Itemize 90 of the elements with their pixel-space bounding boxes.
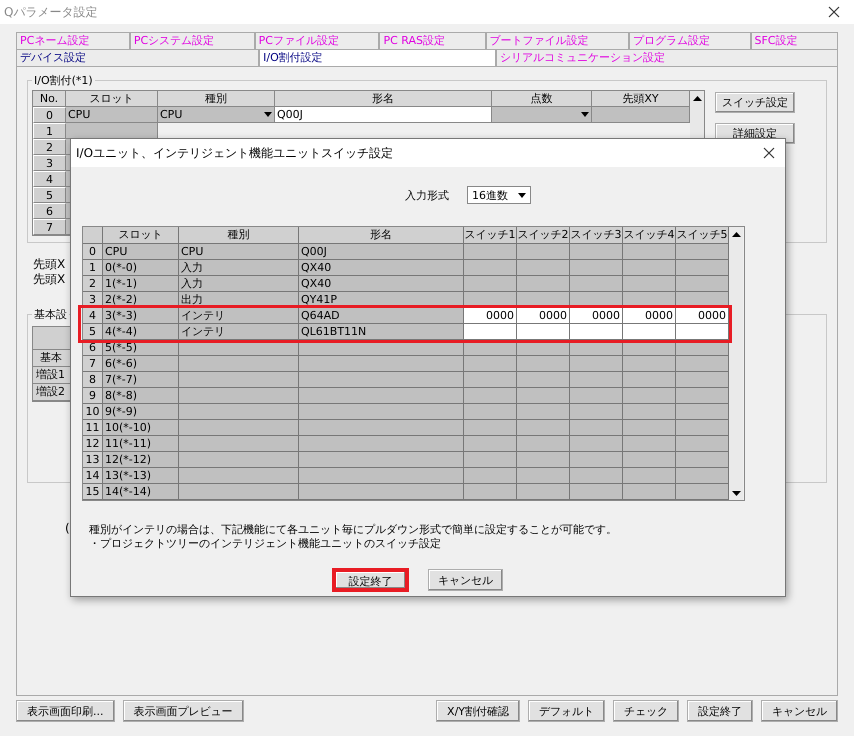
table-cell: 11(*-11) [103, 436, 179, 452]
row-number: 10 [83, 404, 103, 420]
table-cell: Q64AD [299, 308, 464, 324]
row-number: 9 [83, 388, 103, 404]
table-cell: 4(*-4) [103, 324, 179, 340]
table-cell: 3(*-3) [103, 308, 179, 324]
group-title: I/O割付(*1) [33, 73, 94, 88]
tab[interactable]: デバイス設定 [16, 49, 260, 66]
row-number: 1 [33, 123, 66, 139]
field-label: 先頭X [33, 272, 66, 287]
table-cell: 6(*-6) [103, 356, 179, 372]
button[interactable]: 表示画面プレビュー [122, 700, 244, 722]
table-cell[interactable]: CPU [158, 107, 275, 123]
format-dropdown[interactable]: 16進数 [467, 186, 531, 204]
row-number: 13 [83, 452, 103, 468]
table-cell: 7(*-7) [103, 372, 179, 388]
row-number: 5 [33, 187, 66, 203]
switch-field[interactable]: 0000 [570, 308, 623, 324]
button[interactable]: 設定終了 [687, 700, 753, 722]
column-header: スロット [66, 91, 158, 107]
row-number: 7 [33, 219, 66, 235]
table-cell: Q00J [299, 244, 464, 260]
tab[interactable]: I/O割付設定 [259, 49, 496, 66]
column-header: スイッチ5 [676, 227, 729, 244]
table-cell: インテリ [179, 324, 299, 340]
note-text: ・プロジェクトツリーのインテリジェント機能ユニットのスイッチ設定 [89, 537, 442, 551]
column-header: 先頭XY [592, 91, 690, 107]
table-cell: 9(*-9) [103, 404, 179, 420]
row-number: 2 [83, 276, 103, 292]
table-cell: 14(*-14) [103, 484, 179, 500]
switch-field[interactable]: 0000 [676, 308, 729, 324]
note-text: 種別がインテリの場合は、下記機能にて各ユニット毎にプルダウン形式で簡単に設定することが可能です。 [89, 523, 618, 537]
table-cell: 1(*-1) [103, 276, 179, 292]
button[interactable]: デフォルト [528, 700, 605, 722]
row-number: 8 [83, 372, 103, 388]
row-number: 14 [83, 468, 103, 484]
column-header: 形名 [275, 91, 492, 107]
row-number: 7 [83, 356, 103, 372]
row-number: 3 [33, 155, 66, 171]
table-cell[interactable]: Q00J [275, 107, 492, 123]
row-number: 0 [33, 107, 66, 123]
column-header: 点数 [492, 91, 592, 107]
table-cell: 12(*-12) [103, 452, 179, 468]
column-header: スイッチ1 [464, 227, 517, 244]
column-header: スイッチ4 [623, 227, 676, 244]
column-header: 種別 [179, 227, 299, 244]
row-number: 4 [83, 308, 103, 324]
column-header: スイッチ2 [517, 227, 570, 244]
column-header: No. [33, 91, 66, 107]
field-label: 入力形式 [405, 188, 449, 202]
table-cell: QL61BT11N [299, 324, 464, 340]
table-cell: QX40 [299, 276, 464, 292]
column-header: スロット [103, 227, 179, 244]
button[interactable]: キャンセル [761, 700, 838, 722]
dialog-title: I/Oユニット、インテリジェント機能ユニットスイッチ設定 [76, 144, 394, 162]
switch-field[interactable]: 0000 [623, 308, 676, 324]
switch-field[interactable]: 0000 [464, 308, 517, 324]
table-cell: QX40 [299, 260, 464, 276]
column-header: 種別 [158, 91, 275, 107]
switch-field[interactable]: 0000 [517, 308, 570, 324]
table-cell: 入力 [179, 260, 299, 276]
table-cell: 10(*-10) [103, 420, 179, 436]
table-cell[interactable]: CPU [66, 107, 158, 123]
table-cell: 0(*-0) [103, 260, 179, 276]
row-number: 1 [83, 260, 103, 276]
table-cell: 13(*-13) [103, 468, 179, 484]
table-cell: 8(*-8) [103, 388, 179, 404]
column-header: スイッチ3 [570, 227, 623, 244]
button[interactable]: 表示画面印刷... [16, 700, 114, 722]
table-cell: CPU [103, 244, 179, 260]
row-number: 2 [33, 139, 66, 155]
table-cell: 入力 [179, 276, 299, 292]
button[interactable]: X/Y割付確認 [436, 700, 520, 722]
column-header: 形名 [299, 227, 464, 244]
row-number: 5 [83, 324, 103, 340]
table-cell: インテリ [179, 308, 299, 324]
field-label: 先頭X [33, 257, 66, 272]
row-number: 15 [83, 484, 103, 500]
row-number: 6 [33, 203, 66, 219]
button[interactable]: チェック [613, 700, 679, 722]
button[interactable]: スイッチ設定 [715, 92, 795, 113]
row-number: 12 [83, 436, 103, 452]
row-number: 0 [83, 244, 103, 260]
button[interactable]: 設定終了 [333, 569, 408, 591]
table-cell: CPU [179, 244, 299, 260]
row-number: 4 [33, 171, 66, 187]
window-title: Qパラメータ設定 [4, 4, 98, 20]
group-title: 基本設 [33, 307, 68, 322]
button[interactable]: キャンセル [428, 569, 503, 591]
row-number: 11 [83, 420, 103, 436]
